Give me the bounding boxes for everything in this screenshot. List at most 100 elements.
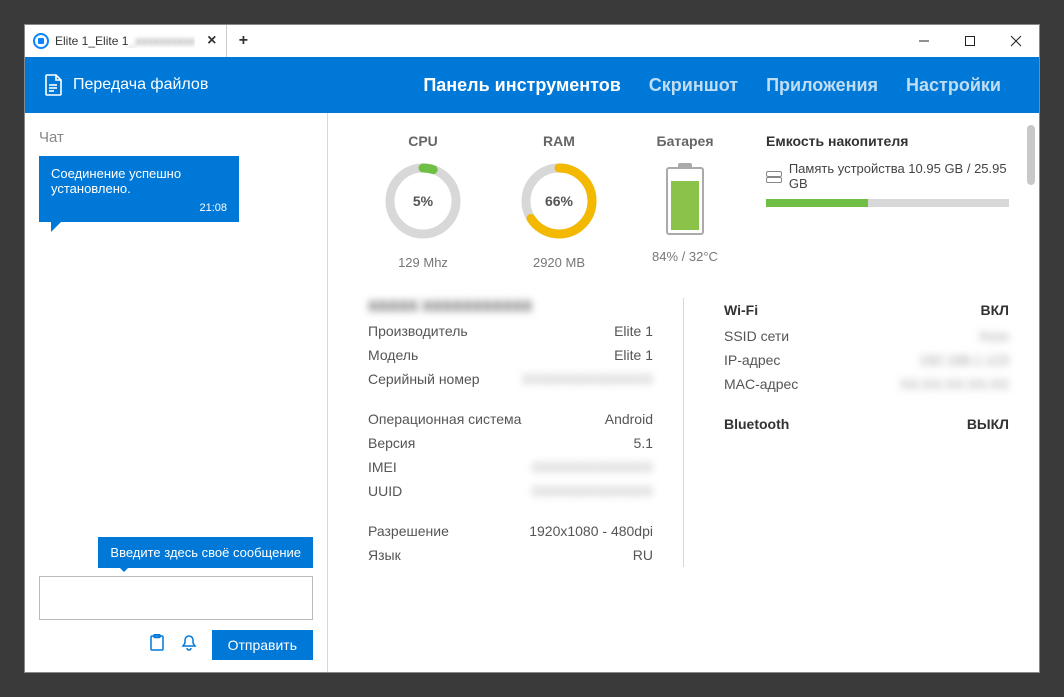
kv-value: 1920x1080 - 480dpi — [529, 523, 653, 539]
bell-icon[interactable] — [180, 634, 198, 657]
device-row: Версия 5.1 — [368, 431, 653, 455]
ram-sub: 2920 MB — [533, 255, 585, 270]
dashboard-panel: CPU 5% 129 Mhz RAM 66% 2920 MB — [328, 113, 1039, 672]
device-row: Язык RU — [368, 543, 653, 567]
kv-key: IP-адрес — [724, 352, 780, 368]
kv-key: UUID — [368, 483, 402, 499]
battery-label: Батарея — [657, 133, 714, 149]
cpu-value: 5% — [383, 161, 463, 241]
wifi-row: IP-адрес 192.168.1.123 — [724, 348, 1009, 372]
kv-value: Elite 1 — [614, 347, 653, 363]
send-button[interactable]: Отправить — [212, 630, 313, 660]
device-row: UUID XXXXXXXXXXXXX — [368, 479, 653, 503]
kv-key: Версия — [368, 435, 415, 451]
kv-key: Модель — [368, 347, 418, 363]
device-row: Операционная система Android — [368, 407, 653, 431]
chat-message-time: 21:08 — [51, 202, 227, 214]
device-row: Модель Elite 1 — [368, 343, 653, 367]
tab-close-button[interactable]: × — [207, 32, 216, 50]
clipboard-icon[interactable] — [148, 634, 166, 657]
storage-text: Память устройства 10.95 GB / 25.95 GB — [789, 161, 1009, 191]
wifi-row: SSID сети Xxxx — [724, 324, 1009, 348]
chat-message-text: Соединение успешно установлено. — [51, 166, 227, 196]
kv-value: 5.1 — [634, 435, 653, 451]
chat-sidebar: Чат Соединение успешно установлено. 21:0… — [25, 113, 328, 672]
cpu-ring: 5% — [383, 161, 463, 241]
body-area: Чат Соединение успешно установлено. 21:0… — [25, 113, 1039, 672]
battery-sub: 84% / 32°C — [652, 249, 718, 264]
ram-label: RAM — [543, 133, 575, 149]
device-heading: XXXXX XXXXXXXXXXX — [368, 298, 653, 315]
browser-tab[interactable]: Elite 1_Elite 1_xxxxxxxxxx × — [25, 25, 227, 57]
titlebar: Elite 1_Elite 1_xxxxxxxxxx × + — [25, 25, 1039, 57]
tab-settings[interactable]: Настройки — [906, 75, 1001, 96]
maximize-button[interactable] — [947, 25, 993, 57]
kv-key: Производитель — [368, 323, 468, 339]
kv-value: XXXXXXXXXXXXX — [532, 459, 653, 475]
device-row: Серийный номер XXXXXXXXXXXXXX — [368, 367, 653, 391]
wifi-row: MAC-адрес XX:XX:XX:XX:XX — [724, 372, 1009, 396]
storage-bar — [766, 199, 1009, 207]
cpu-sub: 129 Mhz — [398, 255, 448, 270]
bluetooth-label: Bluetooth — [724, 416, 789, 432]
bluetooth-state: ВЫКЛ — [967, 416, 1009, 432]
kv-value: XX:XX:XX:XX:XX — [900, 376, 1009, 392]
kv-key: Разрешение — [368, 523, 449, 539]
kv-value: Elite 1 — [614, 323, 653, 339]
device-row: Разрешение 1920x1080 - 480dpi — [368, 519, 653, 543]
chat-message: Соединение успешно установлено. 21:08 — [39, 156, 239, 222]
battery-icon — [666, 167, 704, 235]
chat-actions: Отправить — [25, 620, 327, 660]
kv-value: 192.168.1.123 — [919, 352, 1009, 368]
minimize-button[interactable] — [901, 25, 947, 57]
battery-gauge: Батарея 84% / 32°C — [640, 133, 730, 264]
storage-block: Емкость накопителя Память устройства 10.… — [766, 133, 1009, 207]
wifi-state: ВКЛ — [981, 302, 1009, 318]
storage-row: Память устройства 10.95 GB / 25.95 GB — [766, 161, 1009, 191]
kv-value: XXXXXXXXXXXXX — [532, 483, 653, 499]
teamviewer-icon — [33, 33, 49, 49]
file-transfer-label: Передача файлов — [73, 76, 208, 94]
storage-title: Емкость накопителя — [766, 133, 1009, 149]
chat-input-tooltip: Введите здесь своё сообщение — [98, 537, 313, 568]
gauges-row: CPU 5% 129 Mhz RAM 66% 2920 MB — [368, 133, 1009, 270]
kv-key: Язык — [368, 547, 401, 563]
chat-title: Чат — [25, 125, 327, 156]
main-tabs: Панель инструментов Скриншот Приложения … — [423, 75, 1001, 96]
tab-screenshot[interactable]: Скриншот — [649, 75, 738, 96]
ram-ring: 66% — [519, 161, 599, 241]
scrollbar[interactable] — [1027, 125, 1035, 185]
new-tab-button[interactable]: + — [227, 32, 259, 50]
kv-value: Android — [605, 411, 653, 427]
info-columns: XXXXX XXXXXXXXXXX ПроизводительElite 1Мо… — [368, 298, 1009, 567]
window-controls — [901, 25, 1039, 57]
kv-key: IMEI — [368, 459, 397, 475]
ram-value: 66% — [519, 161, 599, 241]
kv-key: Серийный номер — [368, 371, 480, 387]
bluetooth-heading: Bluetooth ВЫКЛ — [724, 412, 1009, 438]
wifi-label: Wi-Fi — [724, 302, 758, 318]
network-info: Wi-Fi ВКЛ SSID сети Xxxx IP-адрес 192.168.1… — [724, 298, 1009, 567]
ram-gauge: RAM 66% 2920 MB — [504, 133, 614, 270]
file-transfer-button[interactable]: Передача файлов — [43, 74, 208, 96]
kv-key: SSID сети — [724, 328, 789, 344]
chat-input[interactable] — [39, 576, 313, 620]
kv-value: RU — [633, 547, 653, 563]
close-button[interactable] — [993, 25, 1039, 57]
tab-dashboard[interactable]: Панель инструментов — [423, 75, 620, 96]
header-bar: Передача файлов Панель инструментов Скри… — [25, 57, 1039, 113]
cpu-label: CPU — [408, 133, 438, 149]
device-row: Производитель Elite 1 — [368, 319, 653, 343]
tab-title: Elite 1_Elite 1_xxxxxxxxxx — [55, 34, 195, 48]
file-transfer-icon — [43, 74, 63, 96]
kv-value: XXXXXXXXXXXXXX — [522, 371, 653, 387]
cpu-gauge: CPU 5% 129 Mhz — [368, 133, 478, 270]
kv-key: MAC-адрес — [724, 376, 798, 392]
device-row: IMEI XXXXXXXXXXXXX — [368, 455, 653, 479]
kv-key: Операционная система — [368, 411, 521, 427]
tab-apps[interactable]: Приложения — [766, 75, 878, 96]
kv-value: Xxxx — [979, 328, 1009, 344]
disk-icon — [766, 169, 779, 183]
app-window: Elite 1_Elite 1_xxxxxxxxxx × + Передача — [24, 24, 1040, 673]
device-info: XXXXX XXXXXXXXXXX ПроизводительElite 1Мо… — [368, 298, 684, 567]
